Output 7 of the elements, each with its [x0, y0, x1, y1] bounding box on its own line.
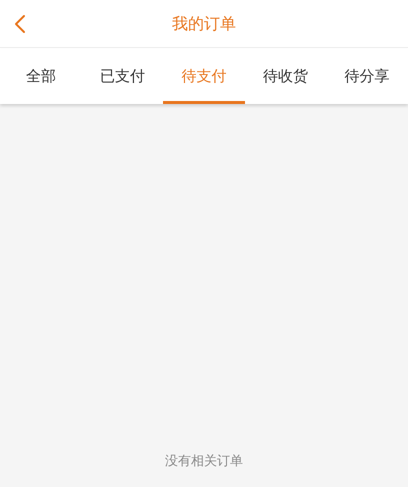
- tab[interactable]: 全部: [0, 48, 82, 104]
- tab[interactable]: 待分享: [326, 48, 408, 104]
- back-icon: [14, 14, 26, 34]
- empty-message: 没有相关订单: [165, 452, 243, 470]
- tab[interactable]: 待收货: [244, 48, 326, 104]
- page-title: 我的订单: [172, 12, 236, 34]
- tab[interactable]: 已支付: [82, 48, 164, 104]
